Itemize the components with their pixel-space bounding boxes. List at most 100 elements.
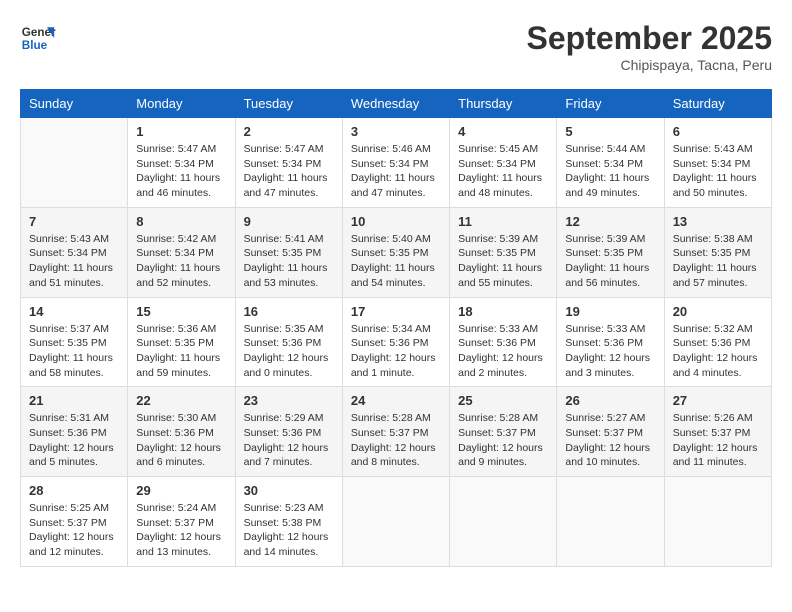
calendar-cell [450,477,557,567]
day-number: 17 [351,304,441,319]
day-info: Sunrise: 5:39 AM Sunset: 5:35 PM Dayligh… [458,232,548,291]
day-info: Sunrise: 5:47 AM Sunset: 5:34 PM Dayligh… [136,142,226,201]
day-number: 11 [458,214,548,229]
calendar-cell: 2Sunrise: 5:47 AM Sunset: 5:34 PM Daylig… [235,118,342,208]
weekday-header: Monday [128,90,235,118]
calendar-cell: 21Sunrise: 5:31 AM Sunset: 5:36 PM Dayli… [21,387,128,477]
month-title: September 2025 [527,20,772,57]
day-number: 9 [244,214,334,229]
logo-icon: General Blue [20,20,56,56]
day-info: Sunrise: 5:44 AM Sunset: 5:34 PM Dayligh… [565,142,655,201]
calendar-cell: 24 Sunrise: 5:28 AM Sunset: 5:37 PM Dayli… [342,387,449,477]
day-number: 13 [673,214,763,229]
day-info: Sunrise: 5:43 AM Sunset: 5:34 PM Dayligh… [29,232,119,291]
day-info: Sunrise: 5:34 AM Sunset: 5:36 PM Dayligh… [351,322,441,381]
calendar-cell: 20 Sunrise: 5:32 AM Sunset: 5:36 PM Dayli… [664,297,771,387]
weekday-header: Tuesday [235,90,342,118]
day-info: Sunrise: 5:42 AM Sunset: 5:34 PM Dayligh… [136,232,226,291]
day-number: 27 [673,393,763,408]
calendar-cell: 29 Sunrise: 5:24 AM Sunset: 5:37 PM Dayli… [128,477,235,567]
location-subtitle: Chipispaya, Tacna, Peru [527,57,772,73]
calendar-cell [664,477,771,567]
day-number: 10 [351,214,441,229]
calendar-cell: 5 Sunrise: 5:44 AM Sunset: 5:34 PM Daylig… [557,118,664,208]
day-info: Sunrise: 5:23 AM Sunset: 5:38 PM Dayligh… [244,501,334,560]
calendar-cell [21,118,128,208]
day-number: 3 [351,124,441,139]
calendar-cell: 16Sunrise: 5:35 AM Sunset: 5:36 PM Dayli… [235,297,342,387]
calendar-cell: 10 Sunrise: 5:40 AM Sunset: 5:35 PM Dayli… [342,207,449,297]
calendar-cell: 17 Sunrise: 5:34 AM Sunset: 5:36 PM Dayli… [342,297,449,387]
day-info: Sunrise: 5:26 AM Sunset: 5:37 PM Dayligh… [673,411,763,470]
calendar-cell: 12 Sunrise: 5:39 AM Sunset: 5:35 PM Dayli… [557,207,664,297]
calendar-cell: 3 Sunrise: 5:46 AM Sunset: 5:34 PM Daylig… [342,118,449,208]
calendar-week-row: 21Sunrise: 5:31 AM Sunset: 5:36 PM Dayli… [21,387,772,477]
day-info: Sunrise: 5:31 AM Sunset: 5:36 PM Dayligh… [29,411,119,470]
day-number: 29 [136,483,226,498]
day-number: 22 [136,393,226,408]
day-info: Sunrise: 5:32 AM Sunset: 5:36 PM Dayligh… [673,322,763,381]
day-info: Sunrise: 5:28 AM Sunset: 5:37 PM Dayligh… [458,411,548,470]
day-number: 4 [458,124,548,139]
day-number: 1 [136,124,226,139]
calendar-cell: 19Sunrise: 5:33 AM Sunset: 5:36 PM Dayli… [557,297,664,387]
weekday-header: Wednesday [342,90,449,118]
day-number: 24 [351,393,441,408]
weekday-header: Friday [557,90,664,118]
day-info: Sunrise: 5:37 AM Sunset: 5:35 PM Dayligh… [29,322,119,381]
calendar-cell: 7Sunrise: 5:43 AM Sunset: 5:34 PM Daylig… [21,207,128,297]
day-number: 18 [458,304,548,319]
day-info: Sunrise: 5:36 AM Sunset: 5:35 PM Dayligh… [136,322,226,381]
weekday-header: Thursday [450,90,557,118]
calendar-table: SundayMondayTuesdayWednesdayThursdayFrid… [20,89,772,567]
day-info: Sunrise: 5:27 AM Sunset: 5:37 PM Dayligh… [565,411,655,470]
day-number: 28 [29,483,119,498]
day-info: Sunrise: 5:28 AM Sunset: 5:37 PM Dayligh… [351,411,441,470]
calendar-week-row: 14Sunrise: 5:37 AM Sunset: 5:35 PM Dayli… [21,297,772,387]
day-info: Sunrise: 5:24 AM Sunset: 5:37 PM Dayligh… [136,501,226,560]
day-number: 12 [565,214,655,229]
calendar-cell: 8Sunrise: 5:42 AM Sunset: 5:34 PM Daylig… [128,207,235,297]
svg-text:Blue: Blue [22,39,48,52]
calendar-cell: 14Sunrise: 5:37 AM Sunset: 5:35 PM Dayli… [21,297,128,387]
day-info: Sunrise: 5:41 AM Sunset: 5:35 PM Dayligh… [244,232,334,291]
calendar-cell: 1 Sunrise: 5:47 AM Sunset: 5:34 PM Daylig… [128,118,235,208]
day-number: 19 [565,304,655,319]
day-number: 26 [565,393,655,408]
day-number: 2 [244,124,334,139]
calendar-cell: 27 Sunrise: 5:26 AM Sunset: 5:37 PM Dayli… [664,387,771,477]
calendar-cell: 23 Sunrise: 5:29 AM Sunset: 5:36 PM Dayli… [235,387,342,477]
calendar-cell: 22Sunrise: 5:30 AM Sunset: 5:36 PM Dayli… [128,387,235,477]
day-info: Sunrise: 5:38 AM Sunset: 5:35 PM Dayligh… [673,232,763,291]
day-info: Sunrise: 5:25 AM Sunset: 5:37 PM Dayligh… [29,501,119,560]
calendar-cell: 6Sunrise: 5:43 AM Sunset: 5:34 PM Daylig… [664,118,771,208]
day-number: 15 [136,304,226,319]
day-number: 6 [673,124,763,139]
weekday-header: Saturday [664,90,771,118]
day-number: 23 [244,393,334,408]
title-block: September 2025 Chipispaya, Tacna, Peru [527,20,772,73]
calendar-cell [557,477,664,567]
logo: General Blue [20,20,56,56]
weekday-header: Sunday [21,90,128,118]
calendar-week-row: 28 Sunrise: 5:25 AM Sunset: 5:37 PM Dayli… [21,477,772,567]
day-info: Sunrise: 5:35 AM Sunset: 5:36 PM Dayligh… [244,322,334,381]
calendar-cell: 4 Sunrise: 5:45 AM Sunset: 5:34 PM Daylig… [450,118,557,208]
calendar-cell: 11 Sunrise: 5:39 AM Sunset: 5:35 PM Dayli… [450,207,557,297]
calendar-cell: 30Sunrise: 5:23 AM Sunset: 5:38 PM Dayli… [235,477,342,567]
day-info: Sunrise: 5:29 AM Sunset: 5:36 PM Dayligh… [244,411,334,470]
day-info: Sunrise: 5:39 AM Sunset: 5:35 PM Dayligh… [565,232,655,291]
calendar-cell: 9 Sunrise: 5:41 AM Sunset: 5:35 PM Daylig… [235,207,342,297]
calendar-week-row: 7Sunrise: 5:43 AM Sunset: 5:34 PM Daylig… [21,207,772,297]
calendar-cell: 26 Sunrise: 5:27 AM Sunset: 5:37 PM Dayli… [557,387,664,477]
day-info: Sunrise: 5:46 AM Sunset: 5:34 PM Dayligh… [351,142,441,201]
calendar-week-row: 1 Sunrise: 5:47 AM Sunset: 5:34 PM Daylig… [21,118,772,208]
calendar-cell: 15 Sunrise: 5:36 AM Sunset: 5:35 PM Dayli… [128,297,235,387]
calendar-cell: 13 Sunrise: 5:38 AM Sunset: 5:35 PM Dayli… [664,207,771,297]
day-number: 25 [458,393,548,408]
day-info: Sunrise: 5:40 AM Sunset: 5:35 PM Dayligh… [351,232,441,291]
day-info: Sunrise: 5:45 AM Sunset: 5:34 PM Dayligh… [458,142,548,201]
day-number: 5 [565,124,655,139]
day-number: 20 [673,304,763,319]
calendar-cell: 18Sunrise: 5:33 AM Sunset: 5:36 PM Dayli… [450,297,557,387]
